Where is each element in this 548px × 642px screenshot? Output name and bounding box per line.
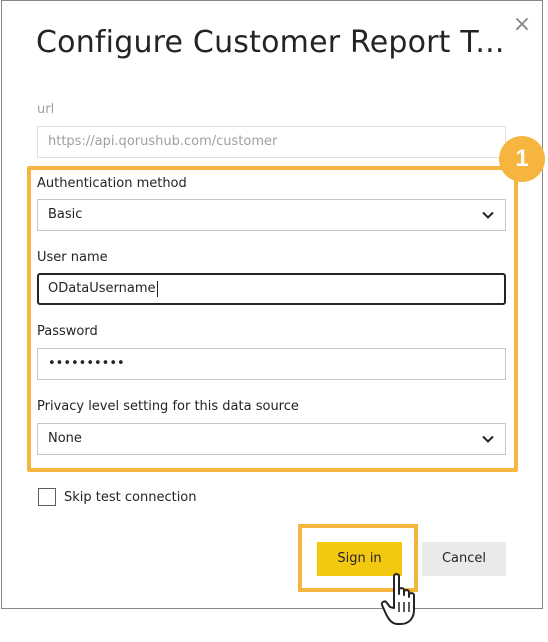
- dialog-title: Configure Customer Report T...: [36, 25, 505, 60]
- close-icon[interactable]: ×: [512, 14, 532, 36]
- url-field: https://api.qorushub.com/customer: [37, 126, 506, 158]
- callout-badge: 1: [499, 136, 545, 182]
- callout-highlight-box: [27, 166, 518, 472]
- skip-test-checkbox[interactable]: [38, 488, 56, 506]
- skip-test-label: Skip test connection: [64, 490, 197, 505]
- url-label: url: [37, 102, 55, 117]
- hand-pointer-icon: [380, 573, 415, 625]
- cancel-button[interactable]: Cancel: [422, 542, 506, 576]
